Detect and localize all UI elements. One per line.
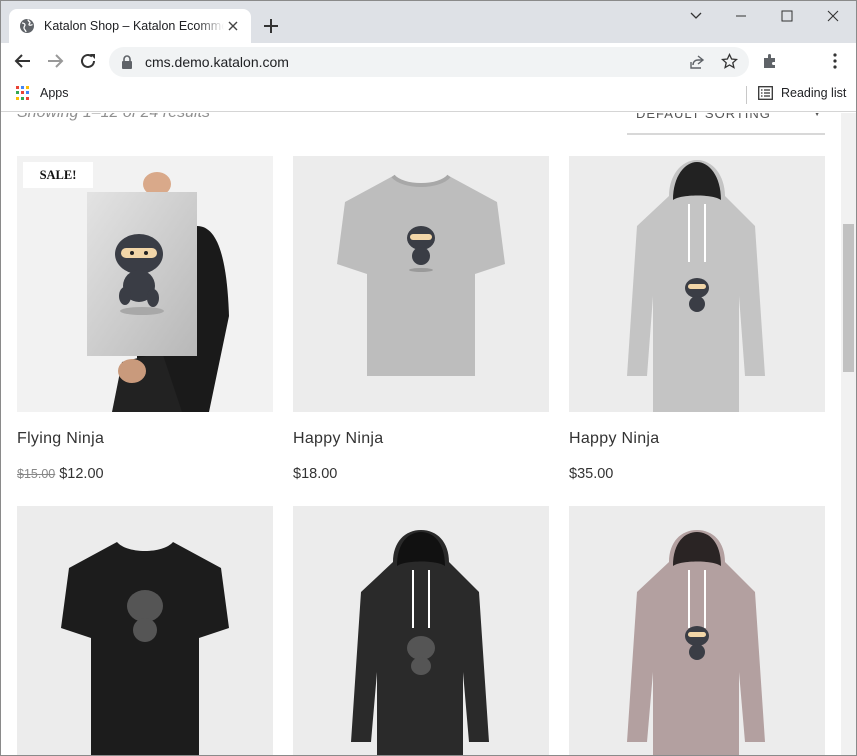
scrollbar-track[interactable]	[841, 113, 856, 755]
product-name[interactable]: Happy Ninja	[569, 430, 659, 448]
product-price: $35.00	[569, 466, 614, 482]
sorting-select[interactable]: DEFAULT SORTING ▼	[627, 113, 825, 135]
product-image-hoodie-pink[interactable]	[569, 506, 825, 755]
reload-icon[interactable]	[76, 49, 100, 73]
url-text[interactable]: cms.demo.katalon.com	[145, 54, 289, 70]
reading-list-button[interactable]: Reading list	[758, 86, 846, 100]
forward-icon[interactable]	[43, 49, 67, 73]
toolbar: cms.demo.katalon.com	[1, 43, 856, 80]
sorting-value: DEFAULT SORTING	[636, 113, 771, 121]
product-image-tshirt-black[interactable]	[17, 506, 273, 755]
bookmarks-bar: Apps Reading list	[1, 80, 856, 112]
star-icon[interactable]	[721, 53, 738, 70]
original-price: $15.00	[17, 467, 56, 481]
result-count: Showing 1–12 of 24 results	[17, 113, 210, 122]
maximize-icon[interactable]	[764, 1, 810, 31]
apps-label: Apps	[40, 86, 69, 100]
scrollbar-thumb[interactable]	[843, 224, 854, 372]
more-icon[interactable]	[823, 49, 847, 73]
product-image-tshirt-grey[interactable]	[293, 156, 549, 412]
lock-icon[interactable]	[119, 54, 135, 70]
back-icon[interactable]	[11, 49, 35, 73]
chevron-down-icon: ▼	[813, 113, 822, 118]
browser-window: Katalon Shop – Katalon Ecommerce cms.dem…	[0, 0, 857, 756]
close-icon[interactable]	[225, 18, 241, 34]
product-name[interactable]: Flying Ninja	[17, 430, 104, 448]
plus-icon[interactable]	[259, 14, 283, 38]
sale-badge: SALE!	[23, 162, 93, 188]
product-price: $15.00 $12.00	[17, 466, 104, 482]
chevron-down-icon[interactable]	[673, 1, 719, 31]
reading-list-label: Reading list	[781, 86, 847, 100]
apps-grid-icon	[16, 86, 30, 100]
tab-katalon-shop[interactable]: Katalon Shop – Katalon Ecommerce	[9, 9, 251, 43]
minimize-icon[interactable]	[718, 1, 764, 31]
product-image-poster-ninja[interactable]: SALE!	[17, 156, 273, 412]
shop-page: Showing 1–12 of 24 results DEFAULT SORTI…	[1, 113, 841, 755]
globe-icon	[20, 19, 34, 33]
extensions-icon[interactable]	[758, 49, 782, 73]
sale-price: $12.00	[59, 466, 104, 482]
tab-strip: Katalon Shop – Katalon Ecommerce	[1, 1, 856, 43]
product-price: $18.00	[293, 466, 338, 482]
product-image-hoodie-grey[interactable]	[569, 156, 825, 412]
share-icon[interactable]	[689, 54, 705, 70]
address-bar[interactable]: cms.demo.katalon.com	[109, 47, 749, 77]
bookmarks-separator	[746, 86, 747, 104]
bookmark-apps[interactable]: Apps	[16, 86, 69, 100]
product-image-hoodie-black[interactable]	[293, 506, 549, 755]
product-name[interactable]: Happy Ninja	[293, 430, 383, 448]
close-window-icon[interactable]	[810, 1, 856, 31]
tab-title: Katalon Shop – Katalon Ecommerce	[44, 19, 224, 33]
reading-list-icon	[758, 86, 773, 100]
